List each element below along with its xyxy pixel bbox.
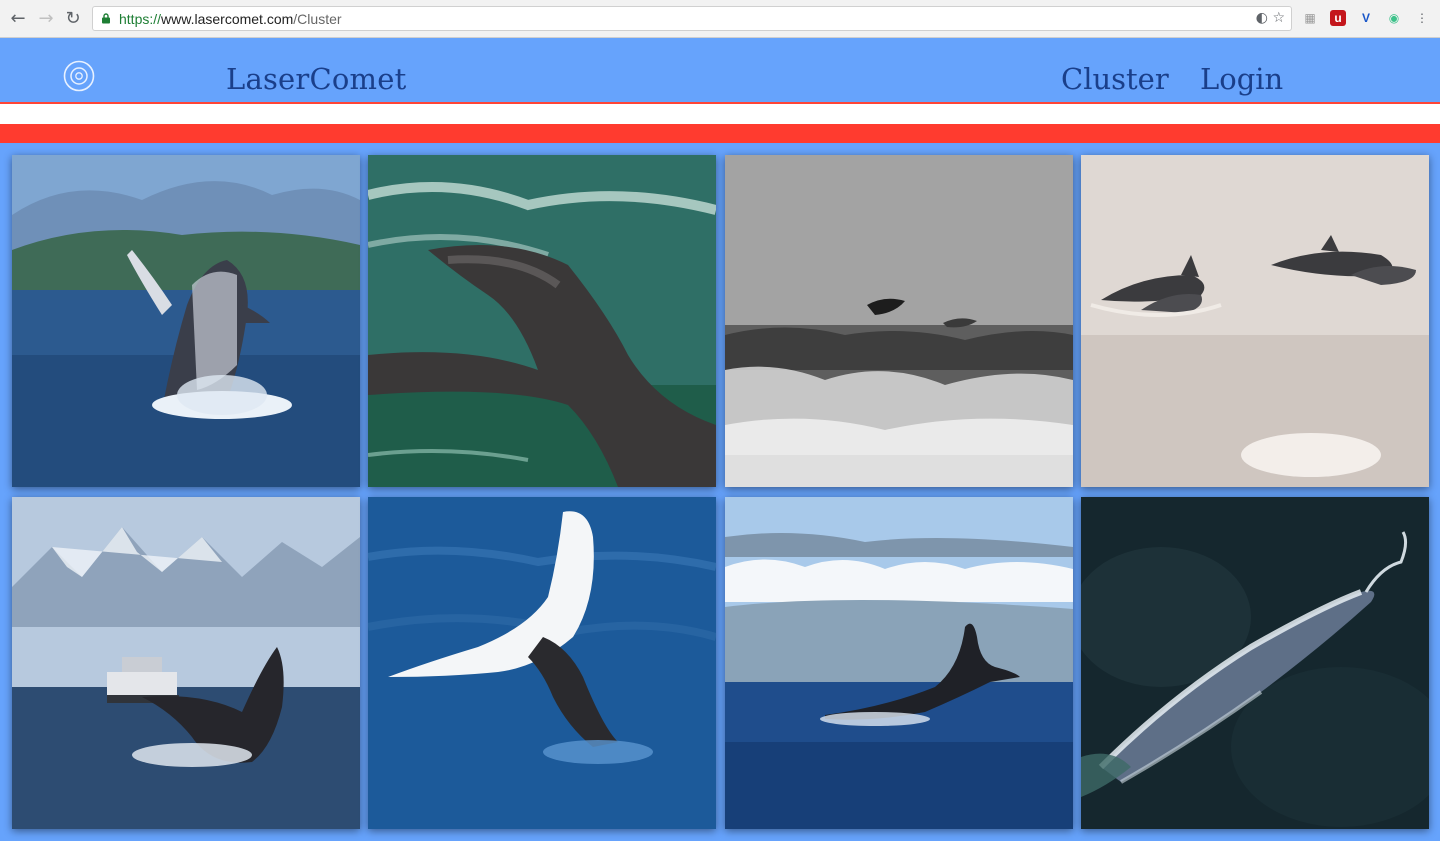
blue-whale-aerial-illustration: [1081, 497, 1429, 829]
gallery-image-3[interactable]: [725, 155, 1073, 487]
dolphins-wave-illustration: [725, 155, 1073, 487]
white-tail-illustration: [368, 497, 716, 829]
nav-login-link[interactable]: Login: [1200, 62, 1283, 96]
browser-toolbar: ← → ↻ https://www.lasercomet.com/Cluster…: [0, 0, 1440, 38]
ublock-icon[interactable]: u: [1330, 10, 1346, 26]
url-path: /Cluster: [293, 11, 342, 27]
gallery-image-2[interactable]: [368, 155, 716, 487]
url-host: www.lasercomet.com: [161, 11, 294, 27]
back-arrow-icon[interactable]: ←: [8, 9, 28, 29]
extension-grid-icon[interactable]: ▦: [1302, 10, 1318, 26]
dolphins-calm-illustration: [1081, 155, 1429, 487]
page: LaserComet Cluster Login: [0, 38, 1440, 841]
menu-kebab-icon[interactable]: ⋮: [1414, 10, 1430, 26]
white-band: [0, 104, 1440, 124]
omnibox-icons: ◐ ☆: [1256, 10, 1285, 26]
gallery-image-7[interactable]: [725, 497, 1073, 829]
gallery-image-8[interactable]: [1081, 497, 1429, 829]
forward-arrow-icon[interactable]: →: [36, 9, 56, 29]
gallery-image-1[interactable]: [12, 155, 360, 487]
colorful-extension-icon[interactable]: ◉: [1386, 10, 1402, 26]
image-grid: [0, 143, 1440, 841]
atom-ring-icon[interactable]: [62, 59, 96, 93]
address-bar[interactable]: https://www.lasercomet.com/Cluster ◐ ☆: [92, 6, 1292, 31]
translate-icon[interactable]: ◐: [1256, 10, 1268, 26]
whale-ship-illustration: [12, 497, 360, 829]
gallery-image-5[interactable]: [12, 497, 360, 829]
star-icon[interactable]: ☆: [1272, 10, 1285, 26]
vpn-extension-icon[interactable]: V: [1358, 10, 1374, 26]
tail-clouds-illustration: [725, 497, 1073, 829]
brand-name[interactable]: LaserComet: [226, 62, 406, 96]
whale-fluke-illustration: [368, 155, 716, 487]
url-text: https://www.lasercomet.com/Cluster: [119, 11, 342, 27]
nav-cluster-link[interactable]: Cluster: [1061, 62, 1169, 96]
reload-icon[interactable]: ↻: [63, 9, 83, 29]
site-header: LaserComet Cluster Login: [0, 38, 1440, 102]
red-band: [0, 124, 1440, 143]
gallery-image-6[interactable]: [368, 497, 716, 829]
lock-icon: [102, 13, 110, 24]
breaching-whale-illustration: [12, 155, 360, 487]
url-scheme: https://: [119, 11, 162, 27]
gallery-image-4[interactable]: [1081, 155, 1429, 487]
